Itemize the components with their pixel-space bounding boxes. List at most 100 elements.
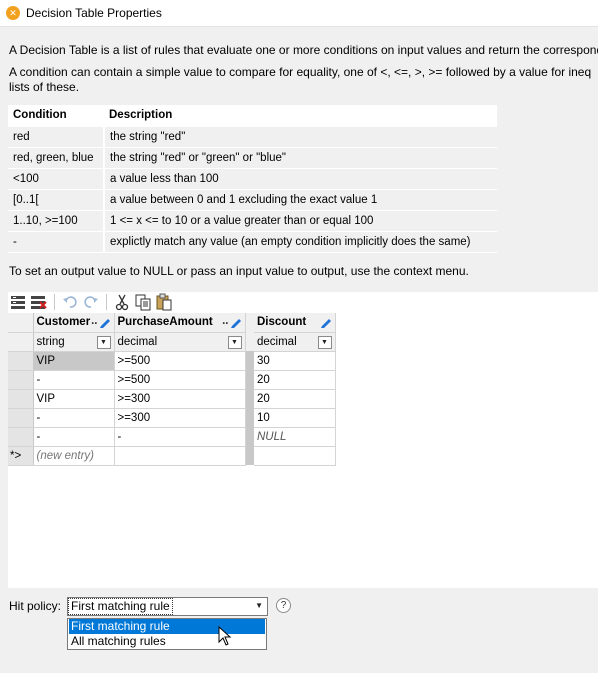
grid-cell[interactable]: VIP: [33, 389, 115, 409]
type-value: decimal: [117, 335, 158, 348]
grid-cell[interactable]: 10: [254, 408, 336, 428]
chevron-down-icon[interactable]: ▼: [96, 335, 111, 349]
grid-cell[interactable]: [254, 446, 336, 466]
intro-line-3: lists of these.: [9, 80, 80, 94]
ellipsis-button[interactable]: ..: [91, 315, 97, 327]
ellipsis-button[interactable]: ..: [222, 315, 228, 327]
context-menu-note: To set an output value to NULL or pass a…: [9, 264, 469, 278]
editor-toolbar: [8, 292, 208, 312]
hit-policy-label: Hit policy:: [9, 599, 62, 613]
table-row: red the string "red": [8, 126, 497, 148]
table-row: - >=300 10: [8, 408, 336, 428]
table-row: [0..1[ a value between 0 and 1 excluding…: [8, 189, 497, 211]
conditions-header: Condition Description: [8, 105, 497, 127]
new-entry-row: *> (new entry): [8, 446, 336, 466]
condition-cell: red: [8, 126, 105, 148]
table-row: - explictly match any value (an empty co…: [8, 231, 497, 253]
condition-cell: red, green, blue: [8, 147, 105, 169]
grid-cell[interactable]: >=300: [114, 389, 246, 409]
type-select-customer[interactable]: string ▼: [33, 332, 115, 352]
row-header[interactable]: [8, 351, 34, 371]
column-header-customer[interactable]: Customer ..: [33, 313, 115, 333]
edit-pencil-icon[interactable]: [99, 316, 111, 331]
input-output-separator: [245, 332, 254, 351]
grid-cell[interactable]: -: [114, 427, 246, 447]
table-row: VIP >=500 30: [8, 351, 336, 371]
input-output-separator: [245, 351, 254, 370]
grid-cell[interactable]: NULL: [254, 427, 336, 447]
input-output-separator: [245, 427, 254, 446]
condition-header: Condition: [8, 105, 104, 127]
grid-header-row: Customer .. PurchaseAmount .. Discount: [8, 313, 336, 333]
window-title: Decision Table Properties: [26, 6, 162, 20]
input-output-separator: [245, 446, 254, 465]
intro-line-1: A Decision Table is a list of rules that…: [9, 43, 598, 57]
type-select-discount[interactable]: decimal ▼: [254, 332, 336, 352]
column-name: Customer: [36, 316, 91, 329]
row-header: [8, 332, 34, 352]
table-row: red, green, blue the string "red" or "gr…: [8, 147, 497, 169]
grid-cell[interactable]: >=300: [114, 408, 246, 428]
paste-icon[interactable]: [155, 293, 173, 311]
edit-pencil-icon[interactable]: [230, 316, 242, 331]
chevron-down-icon[interactable]: ▼: [255, 601, 263, 610]
grid-cell[interactable]: -: [33, 370, 115, 390]
condition-cell: -: [8, 231, 105, 253]
help-icon[interactable]: ?: [276, 598, 291, 613]
toolbar-separator: [106, 294, 107, 310]
hit-policy-value: First matching rule: [68, 598, 173, 615]
cut-icon[interactable]: [113, 293, 131, 311]
grid-cell[interactable]: [114, 446, 246, 466]
row-header[interactable]: [8, 370, 34, 390]
conditions-table: Condition Description red the string "re…: [8, 105, 497, 253]
description-cell: explictly match any value (an empty cond…: [104, 231, 497, 253]
type-value: decimal: [257, 335, 297, 348]
copy-icon[interactable]: [134, 293, 152, 311]
table-row: <100 a value less than 100: [8, 168, 497, 190]
row-header[interactable]: [8, 427, 34, 447]
hit-policy-select[interactable]: First matching rule ▼: [67, 597, 268, 616]
delete-rows-icon[interactable]: [30, 293, 48, 311]
table-row: 1..10, >=100 1 <= x <= to 10 or a value …: [8, 210, 497, 232]
grid-cell[interactable]: 20: [254, 370, 336, 390]
grid-cell[interactable]: 20: [254, 389, 336, 409]
grid-cell[interactable]: VIP: [33, 351, 115, 371]
condition-cell: 1..10, >=100: [8, 210, 105, 232]
input-output-separator: [245, 389, 254, 408]
grid-cell[interactable]: -: [33, 427, 115, 447]
dropdown-option-first-matching[interactable]: First matching rule: [69, 619, 265, 634]
input-output-separator: [245, 408, 254, 427]
description-header: Description: [104, 105, 497, 127]
grid-cell[interactable]: >=500: [114, 351, 246, 371]
altova-icon: ✕: [6, 6, 20, 20]
condition-cell: [0..1[: [8, 189, 105, 211]
dropdown-option-all-matching[interactable]: All matching rules: [69, 634, 265, 649]
title-bar: ✕ Decision Table Properties: [0, 0, 598, 27]
condition-cell: <100: [8, 168, 105, 190]
column-name: Discount: [257, 316, 307, 329]
intro-line-2: A condition can contain a simple value t…: [9, 65, 592, 79]
edit-pencil-icon[interactable]: [320, 316, 332, 331]
grid-cell[interactable]: 30: [254, 351, 336, 371]
rules-grid: Customer .. PurchaseAmount .. Discount s…: [8, 313, 336, 466]
toolbar-separator: [54, 294, 55, 310]
new-entry-cell[interactable]: (new entry): [33, 446, 115, 466]
grid-cell[interactable]: >=500: [114, 370, 246, 390]
row-header: [8, 313, 34, 333]
input-output-separator: [245, 313, 254, 332]
chevron-down-icon[interactable]: ▼: [227, 335, 242, 349]
hit-policy-dropdown: First matching rule All matching rules: [67, 618, 267, 650]
row-header[interactable]: [8, 389, 34, 409]
undo-icon[interactable]: [61, 293, 79, 311]
decision-table-editor: Customer .. PurchaseAmount .. Discount s…: [8, 292, 598, 588]
grid-cell[interactable]: -: [33, 408, 115, 428]
row-header[interactable]: [8, 408, 34, 428]
type-select-purchaseamount[interactable]: decimal ▼: [114, 332, 246, 352]
grid-type-row: string ▼ decimal ▼ decimal ▼: [8, 332, 336, 352]
column-header-purchaseamount[interactable]: PurchaseAmount ..: [114, 313, 246, 333]
chevron-down-icon[interactable]: ▼: [317, 335, 332, 349]
input-output-separator: [245, 370, 254, 389]
insert-rows-icon[interactable]: [10, 293, 28, 311]
column-header-discount[interactable]: Discount: [254, 313, 336, 333]
redo-icon[interactable]: [82, 293, 100, 311]
